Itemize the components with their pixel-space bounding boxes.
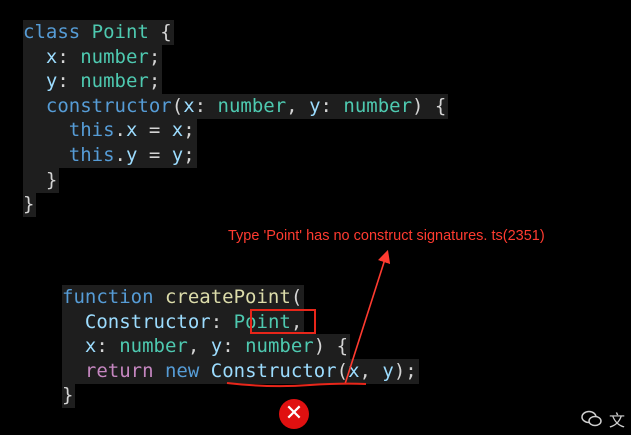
code-token: : [96,335,120,358]
code-token: class [23,21,81,43]
code-line: constructor(x: number, y: number) { [23,93,449,119]
code-line: this.y = y; [23,143,197,168]
error-annotation: Type 'Point' has no construct signatures… [228,228,545,244]
code-token: ( [336,359,349,382]
code-line: y: number; [23,69,163,95]
code-token: createPoint [164,286,291,308]
code-token: x [45,45,58,68]
code-token: constructor [45,94,172,117]
code-token: : [222,335,246,358]
close-icon: ✕ [279,399,309,429]
code-token: number [119,335,188,358]
code-token: function [62,286,154,308]
code-line: class Point { [23,20,174,45]
code-token: x [84,335,97,358]
code-token: ; [148,45,161,68]
code-token: } [62,384,74,407]
wechat-icon [581,410,602,427]
code-token: number [343,94,413,117]
code-token: Point [91,21,149,43]
code-token: y [382,359,394,382]
code-token: } [23,168,58,191]
code-token: x [183,94,195,117]
code-token: this [68,119,115,142]
code-line: x: number, y: number) { [62,334,351,360]
code-token: ; [148,70,161,93]
error-highlight-box [250,309,316,334]
code-token: y [309,94,321,117]
code-token: } [23,193,35,216]
code-line: this.x = x; [23,118,197,144]
code-token: y [210,335,223,358]
code-token: { [148,21,172,43]
code-token: number [80,70,149,93]
code-token: number [80,45,149,68]
code-token: new [164,359,200,382]
code-token: , [286,94,310,117]
code-token: y [171,144,184,166]
code-token: . [114,119,126,142]
code-token: y [125,144,138,166]
code-line: } [23,167,60,193]
code-token: . [114,144,126,166]
code-token: , [359,359,383,382]
code-token: : [210,310,234,333]
code-line: function createPoint( [62,285,305,310]
code-token: : [57,45,81,68]
code-token: ( [290,286,303,308]
code-token: x [171,119,184,142]
code-line: x: number; [23,44,163,70]
code-token: : [320,94,344,117]
code-token: number [245,335,314,358]
code-token: number [217,94,287,117]
code-token: Constructor [210,359,337,382]
code-token: , [187,335,211,358]
code-token: x [348,359,360,382]
code-line: } [62,383,76,409]
code-token: Constructor [84,310,211,333]
code-token: = [137,144,172,166]
code-token: : [194,94,218,117]
code-line: } [23,192,37,218]
code-token: ( [171,94,184,117]
code-token: ) { [313,335,349,358]
watermark-text: 文 [608,411,625,430]
code-token: : [57,70,81,93]
code-token: this [68,144,115,166]
code-token: y [45,70,58,93]
code-token: ; [183,119,195,142]
code-token: ); [393,359,417,382]
code-token: return [84,359,154,382]
code-line: return new Constructor(x, y); [62,358,419,384]
code-token: = [137,119,172,142]
watermark: 文 [581,408,625,430]
code-token: ) { [412,94,447,117]
code-token: x [125,119,138,142]
code-token: ; [183,144,195,166]
